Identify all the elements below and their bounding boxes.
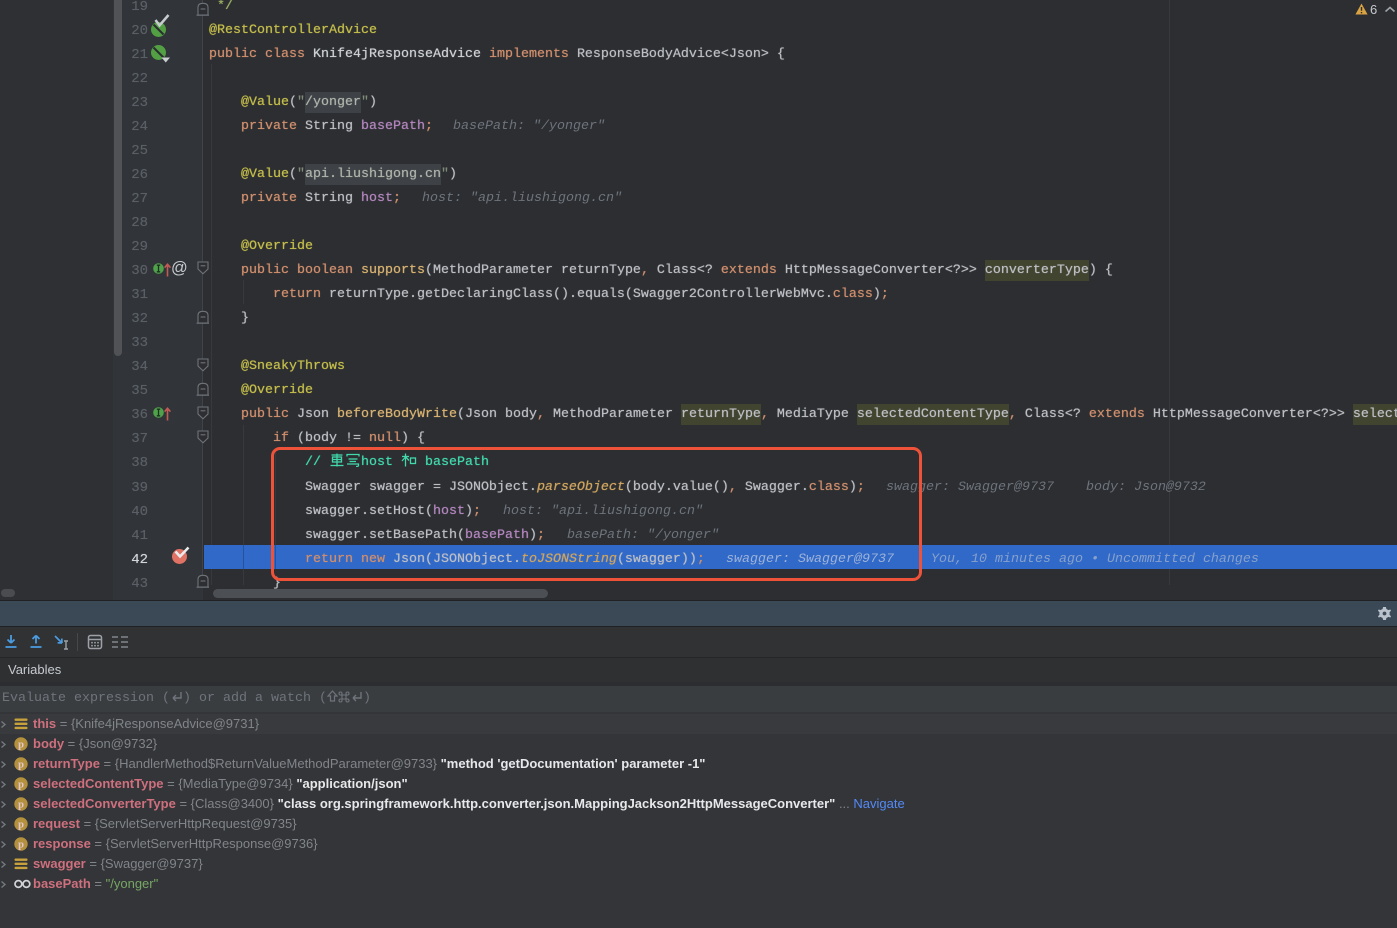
svg-text:p: p bbox=[18, 740, 24, 751]
svg-text:p: p bbox=[18, 780, 24, 791]
svg-text:p: p bbox=[18, 840, 24, 851]
svg-text:p: p bbox=[18, 820, 24, 831]
svg-text:p: p bbox=[18, 760, 24, 771]
svg-text:p: p bbox=[18, 800, 24, 811]
